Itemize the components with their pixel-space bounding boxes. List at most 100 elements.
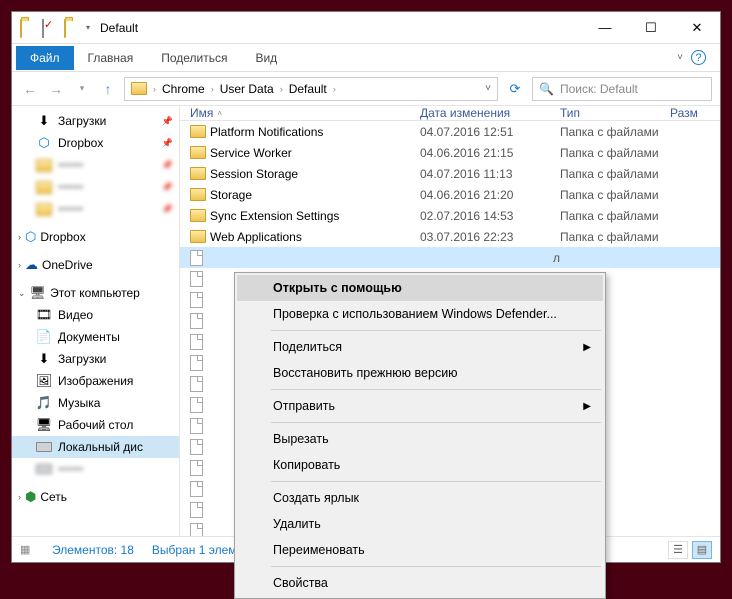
ribbon-collapse-icon[interactable]: ˅ [677, 52, 683, 63]
file-row[interactable]: Platform Notifications04.07.2016 12:51Па… [180, 121, 720, 142]
file-row[interactable]: Session Storage04.07.2016 11:13Папка с ф… [180, 163, 720, 184]
sidebar-item[interactable]: •••••• [12, 458, 179, 480]
folder-icon [190, 188, 210, 201]
file-icon [190, 292, 210, 308]
folder-icon [190, 146, 210, 159]
context-menu-item[interactable]: Проверка с использованием Windows Defend… [237, 301, 603, 327]
sidebar-item-icon: 🖥 [36, 417, 52, 433]
sidebar-item[interactable]: 🎞Видео [12, 304, 179, 326]
sidebar-item[interactable]: 🖼Изображения [12, 370, 179, 392]
file-row[interactable]: л [180, 247, 720, 268]
sidebar-item-icon: ⬡ [36, 135, 52, 151]
file-icon [190, 313, 210, 329]
back-button[interactable]: ← [20, 79, 40, 99]
file-type: Папка с файлами [560, 146, 670, 160]
context-separator [271, 481, 601, 482]
qat-dropdown-icon[interactable]: ▾ [86, 23, 90, 32]
sidebar-item[interactable]: •••••• [12, 198, 179, 220]
file-row[interactable]: Service Worker04.06.2016 21:15Папка с фа… [180, 142, 720, 163]
file-name: Platform Notifications [210, 125, 420, 139]
sidebar-onedrive[interactable]: ›☁OneDrive [12, 254, 179, 276]
view-details-icon[interactable]: ▤ [692, 541, 712, 559]
sidebar-item-label: •••••• [58, 202, 83, 216]
address-folder-icon [131, 82, 147, 95]
help-icon[interactable]: ? [691, 50, 706, 65]
sidebar-item-label: •••••• [58, 158, 83, 172]
sidebar-item[interactable]: 📄Документы [12, 326, 179, 348]
close-button[interactable]: ✕ [674, 13, 720, 43]
properties-qat-icon[interactable] [42, 20, 58, 36]
breadcrumb[interactable]: Chrome [158, 82, 209, 96]
context-menu-item[interactable]: Восстановить прежнюю версию [237, 360, 603, 386]
col-type[interactable]: Тип [560, 106, 670, 120]
context-menu-item[interactable]: Копировать [237, 452, 603, 478]
context-menu-item[interactable]: Создать ярлык [237, 485, 603, 511]
submenu-arrow-icon: ▶ [583, 342, 591, 353]
sidebar-dropbox[interactable]: ›⬡Dropbox [12, 226, 179, 248]
sidebar-thispc[interactable]: ⌄🖥Этот компьютер [12, 282, 179, 304]
sidebar-network[interactable]: ›⬢Сеть [12, 486, 179, 508]
context-separator [271, 566, 601, 567]
breadcrumb[interactable]: Default [285, 82, 331, 96]
sidebar-item-label: Dropbox [58, 136, 103, 150]
column-headers[interactable]: Имя˄ Дата изменения Тип Разм [180, 106, 720, 121]
view-list-icon[interactable]: ☰ [668, 541, 688, 559]
sidebar-item[interactable]: •••••• [12, 176, 179, 198]
up-button[interactable]: ↑ [98, 79, 118, 99]
sidebar-item-label: Видео [58, 308, 93, 322]
file-row[interactable]: Web Applications03.07.2016 22:23Папка с … [180, 226, 720, 247]
file-row[interactable]: Sync Extension Settings02.07.2016 14:53П… [180, 205, 720, 226]
file-icon [190, 334, 210, 350]
col-date[interactable]: Дата изменения [420, 106, 560, 120]
status-count: Элементов: 18 [52, 543, 134, 557]
file-type: Папка с файлами [560, 209, 670, 223]
sidebar-item-label: Музыка [58, 396, 100, 410]
sidebar-item[interactable]: •••••• [12, 154, 179, 176]
maximize-button[interactable]: ☐ [628, 13, 674, 43]
file-icon [190, 271, 210, 287]
context-menu-item[interactable]: Открыть с помощью [237, 275, 603, 301]
context-menu-item[interactable]: Удалить [237, 511, 603, 537]
context-menu-item[interactable]: Поделиться▶ [237, 334, 603, 360]
context-menu-item[interactable]: Отправить▶ [237, 393, 603, 419]
context-separator [271, 422, 601, 423]
file-row[interactable]: Storage04.06.2016 21:20Папка с файлами [180, 184, 720, 205]
file-date: 02.07.2016 14:53 [420, 209, 560, 223]
sidebar-item-icon: 📄 [36, 329, 52, 345]
navigation-bar: ← → ▾ ↑ › Chrome› User Data› Default› ˅ … [12, 72, 720, 106]
sidebar-item-icon: ⬇ [36, 351, 52, 367]
file-date: 03.07.2016 22:23 [420, 230, 560, 244]
file-name: Service Worker [210, 146, 420, 160]
address-bar[interactable]: › Chrome› User Data› Default› ˅ [124, 77, 498, 101]
sidebar-item[interactable]: 🖥Рабочий стол [12, 414, 179, 436]
col-name[interactable]: Имя [190, 106, 213, 120]
address-dropdown-icon[interactable]: ˅ [485, 83, 495, 94]
sidebar-item[interactable]: ⬇Загрузки [12, 348, 179, 370]
sidebar-item-icon [36, 157, 52, 173]
forward-button[interactable]: → [46, 79, 66, 99]
tab-home[interactable]: Главная [74, 46, 148, 70]
tab-view[interactable]: Вид [241, 46, 291, 70]
new-folder-qat-icon[interactable] [64, 20, 80, 36]
sidebar-item[interactable]: Локальный дис [12, 436, 179, 458]
file-type: Папка с файлами [560, 125, 670, 139]
context-menu-item[interactable]: Переименовать [237, 537, 603, 563]
titlebar: ▾ Default — ☐ ✕ [12, 12, 720, 44]
minimize-button[interactable]: — [582, 13, 628, 43]
tab-file[interactable]: Файл [16, 46, 74, 70]
context-menu-item[interactable]: Вырезать [237, 426, 603, 452]
file-icon [190, 439, 210, 455]
file-icon [190, 376, 210, 392]
sidebar-item[interactable]: ⬇Загрузки [12, 110, 179, 132]
tab-share[interactable]: Поделиться [147, 46, 241, 70]
file-icon [190, 481, 210, 497]
sidebar-item[interactable]: 🎵Музыка [12, 392, 179, 414]
sidebar-item[interactable]: ⬡ Dropbox [12, 132, 179, 154]
history-dropdown-icon[interactable]: ▾ [72, 79, 92, 99]
col-size[interactable]: Разм [670, 106, 720, 120]
breadcrumb[interactable]: User Data [216, 82, 278, 96]
file-icon [190, 250, 210, 266]
refresh-button[interactable]: ⟳ [504, 81, 526, 97]
search-input[interactable]: 🔍 Поиск: Default [532, 77, 712, 101]
file-type: Папка с файлами [560, 230, 670, 244]
